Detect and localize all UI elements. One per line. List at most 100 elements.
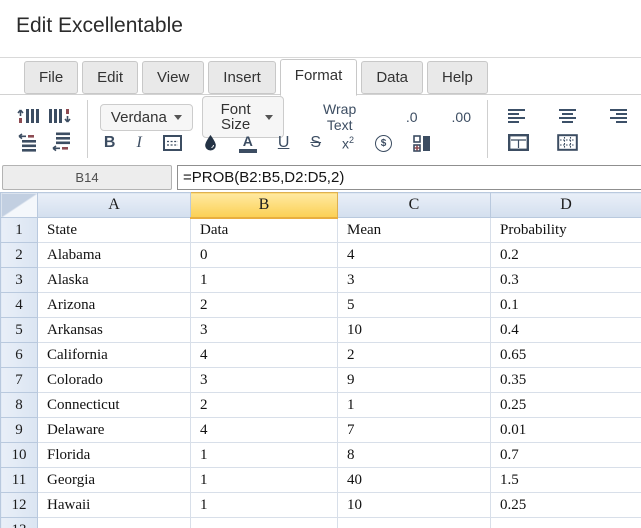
cell[interactable]: Georgia (38, 468, 191, 493)
cell[interactable]: 0.01 (491, 418, 641, 443)
cell[interactable]: 0.65 (491, 343, 641, 368)
bold-button[interactable]: B (100, 133, 120, 153)
cell[interactable]: 0.25 (491, 493, 641, 518)
cell[interactable]: 0.35 (491, 368, 641, 393)
cell[interactable]: 1 (191, 443, 338, 468)
tab-data[interactable]: Data (361, 61, 423, 94)
currency-format-button[interactable]: $ (371, 133, 396, 154)
cell[interactable]: 2 (191, 393, 338, 418)
underline-button[interactable]: U (274, 133, 294, 153)
cell[interactable]: Colorado (38, 368, 191, 393)
cell[interactable]: 0.3 (491, 268, 641, 293)
cell[interactable]: Delaware (38, 418, 191, 443)
cell[interactable]: Arkansas (38, 318, 191, 343)
row-header[interactable]: 1 (1, 218, 38, 243)
cell[interactable]: 10 (338, 318, 491, 343)
cell[interactable]: 0 (191, 243, 338, 268)
cell[interactable]: 1 (191, 468, 338, 493)
tab-file[interactable]: File (24, 61, 78, 94)
row-header[interactable]: 4 (1, 293, 38, 318)
cell[interactable]: Alaska (38, 268, 191, 293)
row-header[interactable]: 2 (1, 243, 38, 268)
fill-color-button[interactable] (199, 132, 222, 154)
align-right-button[interactable] (606, 107, 631, 125)
insert-row-below-button[interactable] (46, 130, 76, 154)
cell[interactable]: 3 (191, 318, 338, 343)
tab-format[interactable]: Format (280, 59, 358, 96)
strikethrough-button[interactable]: S (306, 133, 325, 153)
cell[interactable]: 0.4 (491, 318, 641, 343)
cell[interactable]: 4 (338, 243, 491, 268)
decimal-decrease-button[interactable]: .0 (400, 108, 424, 126)
cell[interactable]: State (38, 218, 191, 243)
cell[interactable]: Hawaii (38, 493, 191, 518)
cell[interactable]: 9 (338, 368, 491, 393)
cell[interactable]: 3 (338, 268, 491, 293)
cell[interactable] (338, 518, 491, 528)
border-all-button[interactable] (553, 132, 582, 153)
row-header[interactable]: 10 (1, 443, 38, 468)
row-header[interactable]: 12 (1, 493, 38, 518)
tab-view[interactable]: View (142, 61, 204, 94)
row-header[interactable]: 11 (1, 468, 38, 493)
merge-cells-button[interactable] (409, 133, 435, 154)
tab-help[interactable]: Help (427, 61, 488, 94)
column-header-c[interactable]: C (338, 193, 491, 218)
cell-reference-box[interactable]: B14 (2, 165, 172, 190)
cell[interactable]: Florida (38, 443, 191, 468)
cell[interactable]: California (38, 343, 191, 368)
tab-edit[interactable]: Edit (82, 61, 138, 94)
cell[interactable]: 1 (191, 268, 338, 293)
row-header[interactable]: 5 (1, 318, 38, 343)
italic-button[interactable]: I (132, 133, 145, 153)
row-header[interactable]: 6 (1, 343, 38, 368)
formula-input[interactable] (177, 165, 641, 190)
column-header-d[interactable]: D (491, 193, 641, 218)
cell[interactable]: 0.1 (491, 293, 641, 318)
cell[interactable]: 0.25 (491, 393, 641, 418)
borders-button[interactable] (159, 133, 186, 153)
select-all-corner[interactable] (1, 193, 38, 218)
cell[interactable]: Data (191, 218, 338, 243)
cell[interactable]: 1 (191, 493, 338, 518)
cell[interactable]: 4 (191, 343, 338, 368)
cell[interactable]: 40 (338, 468, 491, 493)
row-header[interactable]: 13 (1, 518, 38, 528)
cell[interactable]: 1 (338, 393, 491, 418)
cell[interactable]: 2 (191, 293, 338, 318)
decimal-increase-button[interactable]: .00 (446, 108, 477, 126)
cell[interactable]: Mean (338, 218, 491, 243)
insert-column-left-button[interactable] (12, 104, 43, 128)
cell[interactable]: 7 (338, 418, 491, 443)
cell[interactable]: 0.7 (491, 443, 641, 468)
column-header-b[interactable]: B (191, 193, 338, 218)
cell[interactable]: Connecticut (38, 393, 191, 418)
cell[interactable]: 3 (191, 368, 338, 393)
font-color-button[interactable]: A (235, 132, 261, 155)
cell[interactable]: Probability (491, 218, 641, 243)
cell[interactable]: Arizona (38, 293, 191, 318)
wrap-text-button[interactable]: Wrap Text (309, 100, 369, 134)
superscript-button[interactable]: x2 (338, 133, 358, 154)
cell[interactable]: 10 (338, 493, 491, 518)
tab-insert[interactable]: Insert (208, 61, 276, 94)
border-outer-button[interactable] (504, 132, 533, 153)
cell[interactable]: 5 (338, 293, 491, 318)
cell[interactable]: Alabama (38, 243, 191, 268)
cell[interactable]: 8 (338, 443, 491, 468)
cell[interactable]: 0.2 (491, 243, 641, 268)
align-center-button[interactable] (555, 107, 580, 125)
align-left-button[interactable] (504, 107, 529, 125)
cell[interactable] (38, 518, 191, 528)
cell[interactable]: 2 (338, 343, 491, 368)
insert-column-right-button[interactable] (45, 104, 76, 128)
cell[interactable] (491, 518, 641, 528)
column-header-a[interactable]: A (38, 193, 191, 218)
row-header[interactable]: 9 (1, 418, 38, 443)
font-family-dropdown[interactable]: Verdana (100, 104, 193, 131)
cell[interactable]: 4 (191, 418, 338, 443)
row-header[interactable]: 7 (1, 368, 38, 393)
cell[interactable] (191, 518, 338, 528)
row-header[interactable]: 8 (1, 393, 38, 418)
cell[interactable]: 1.5 (491, 468, 641, 493)
